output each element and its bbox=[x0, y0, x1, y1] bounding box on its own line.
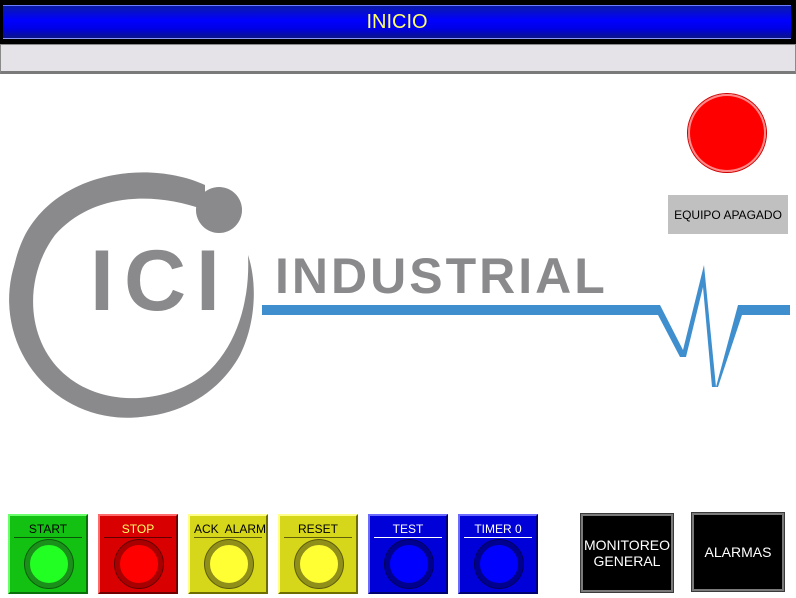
start-button[interactable]: START bbox=[8, 514, 88, 594]
equipment-status-lamp bbox=[688, 94, 766, 172]
logo-mark-text: ICI bbox=[90, 233, 230, 329]
ici-industrial-logo: ICI INDUSTRIAL bbox=[9, 172, 790, 418]
logo-dot bbox=[196, 187, 242, 233]
reset-button[interactable]: RESET bbox=[278, 514, 358, 594]
ack-alarm-button[interactable]: ACK ALARM bbox=[188, 514, 268, 594]
stop-lamp bbox=[115, 540, 163, 588]
monitoreo-general-button[interactable]: MONITOREO GENERAL bbox=[580, 513, 674, 593]
reset-lamp bbox=[295, 540, 343, 588]
ack-alarm-lamp bbox=[205, 540, 253, 588]
alarmas-button[interactable]: ALARMAS bbox=[691, 512, 785, 592]
title-bar-inner: INICIO bbox=[3, 5, 791, 39]
screen-title: INICIO bbox=[366, 10, 428, 33]
timer-button-label: TIMER 0 bbox=[464, 521, 532, 538]
test-lamp bbox=[385, 540, 433, 588]
stop-button-label: STOP bbox=[104, 521, 172, 538]
test-button[interactable]: TEST bbox=[368, 514, 448, 594]
timer-button[interactable]: TIMER 0 bbox=[458, 514, 538, 594]
reset-button-label: RESET bbox=[284, 521, 352, 538]
test-button-label: TEST bbox=[374, 521, 442, 538]
message-bar bbox=[0, 44, 796, 74]
logo-brand-text: INDUSTRIAL bbox=[275, 248, 608, 304]
ack-alarm-button-label: ACK ALARM bbox=[194, 522, 267, 538]
start-button-label: START bbox=[14, 521, 82, 538]
start-lamp bbox=[25, 540, 73, 588]
title-bar: INICIO bbox=[0, 0, 796, 44]
stop-button[interactable]: STOP bbox=[98, 514, 178, 594]
timer-lamp bbox=[475, 540, 523, 588]
